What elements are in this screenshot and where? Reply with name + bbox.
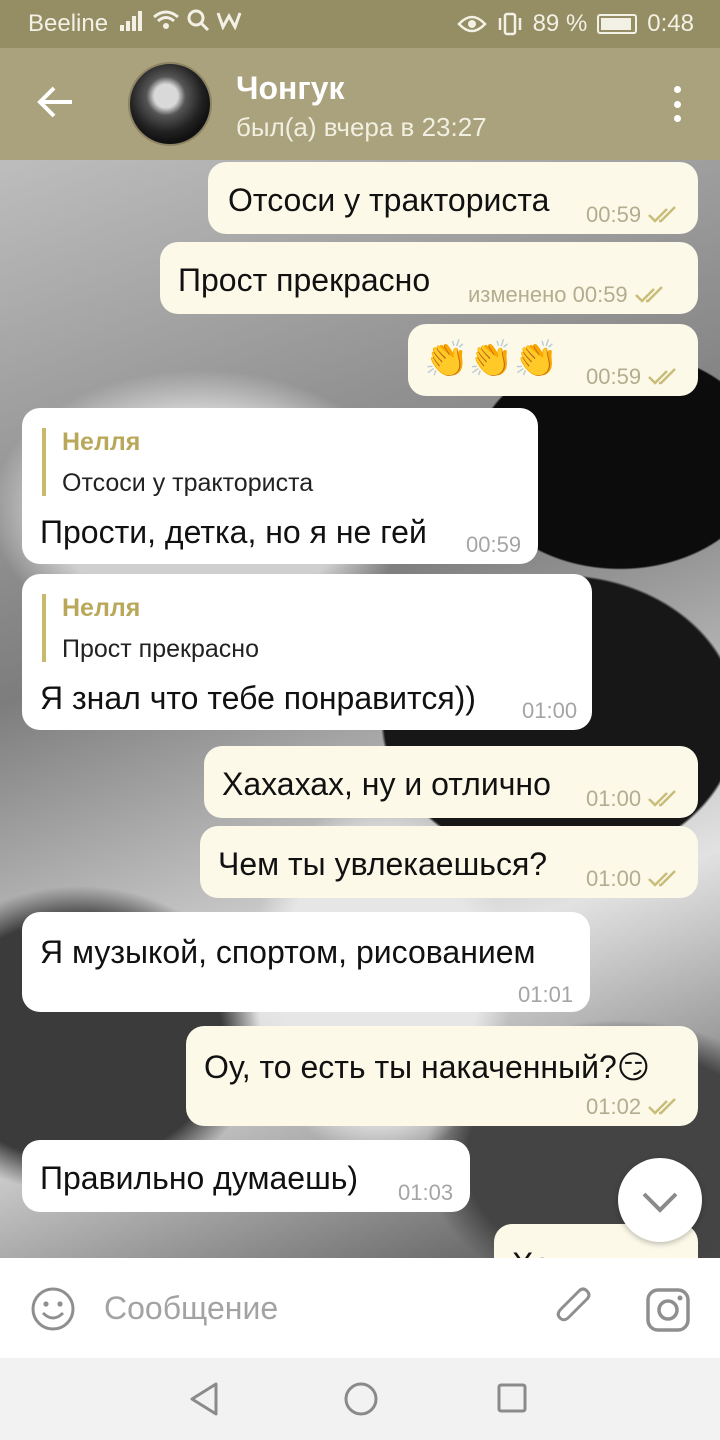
reply-text: Прост прекрасно [62, 635, 259, 663]
w-icon [216, 12, 242, 30]
battery-percent: 89 % [532, 10, 588, 37]
message-bubble[interactable]: Я музыкой, спортом, рисованием 01:01 [22, 912, 590, 1012]
message-text: Хахахах, ну и отлично [222, 766, 551, 802]
eye-icon [456, 15, 487, 33]
system-nav-bar [0, 1358, 720, 1440]
search-icon [187, 9, 210, 32]
read-checks-icon [648, 368, 676, 385]
read-checks-icon [648, 870, 676, 887]
battery-icon [597, 14, 638, 34]
message-time: 01:03 [398, 1180, 454, 1205]
message-text: Хах [512, 1246, 567, 1258]
more-vert-icon[interactable] [672, 86, 682, 122]
message-text: Я музыкой, спортом, рисованием [40, 934, 536, 970]
vibrate-icon [498, 12, 521, 36]
read-checks-icon [634, 286, 663, 303]
read-checks-icon [648, 206, 676, 223]
message-time: 01:00 [522, 698, 578, 723]
chat-messages[interactable]: Отсоси у тракториста 00:59 Прост прекрас… [0, 160, 720, 1258]
message-text: Прости, детка, но я не гей [40, 514, 427, 550]
status-icons-right: 89 % 0:48 [456, 10, 694, 38]
message-time: 01:02 [586, 1094, 642, 1119]
message-text: Правильно думаешь) [40, 1160, 359, 1196]
back-arrow-icon[interactable] [36, 82, 76, 122]
message-time: 01:01 [518, 982, 574, 1007]
message-input[interactable] [104, 1280, 524, 1336]
reply-quote[interactable]: Нелля Отсоси у тракториста [42, 428, 314, 497]
nav-home-icon[interactable] [342, 1380, 380, 1418]
message-bubble[interactable]: Прост прекрасно изменено 00:59 [160, 242, 698, 314]
message-bubble[interactable]: Хахахах, ну и отлично 01:00 [204, 746, 698, 818]
wifi-icon [153, 10, 179, 29]
read-checks-icon [648, 790, 676, 807]
chat-title[interactable]: Чонгук [236, 70, 345, 107]
status-icons-left [120, 8, 242, 32]
message-bubble[interactable]: Нелля Прост прекрасно Я знал что тебе по… [22, 574, 592, 730]
message-text: Прост прекрасно [178, 262, 431, 298]
message-text: Я знал что тебе понравится)) [40, 680, 476, 716]
message-time: 00:59 [466, 532, 522, 557]
emoji-icon[interactable] [30, 1286, 76, 1332]
message-time: 01:00 [586, 866, 642, 891]
attach-icon[interactable] [552, 1286, 598, 1332]
reply-author: Нелля [62, 594, 141, 622]
reply-quote[interactable]: Нелля Прост прекрасно [42, 594, 259, 663]
message-bubble[interactable]: Оу, то есть ты накаченный?😏 01:02 [186, 1026, 698, 1126]
message-bubble[interactable]: Правильно думаешь) 01:03 [22, 1140, 470, 1212]
camera-icon[interactable] [644, 1286, 692, 1334]
message-text: Чем ты увлекаешься? [218, 846, 548, 882]
reply-text: Отсоси у тракториста [62, 469, 314, 497]
reply-author: Нелля [62, 428, 141, 456]
nav-recent-icon[interactable] [496, 1382, 528, 1414]
message-text: Оу, то есть ты накаченный?😏 [204, 1049, 651, 1085]
nav-back-icon[interactable] [186, 1380, 224, 1418]
last-seen-status: был(а) вчера в 23:27 [236, 112, 487, 142]
status-time: 0:48 [647, 10, 694, 37]
carrier-label: Beeline [28, 10, 109, 37]
message-time: изменено 00:59 [468, 282, 628, 307]
avatar[interactable] [128, 62, 212, 146]
scroll-down-button[interactable] [618, 1158, 702, 1242]
message-bubble[interactable]: Нелля Отсоси у тракториста Прости, детка… [22, 408, 538, 564]
message-text: 👏👏👏 [424, 338, 559, 379]
read-checks-icon [648, 1098, 676, 1115]
chevron-down-icon [642, 1192, 678, 1213]
message-bubble[interactable]: Отсоси у тракториста 00:59 [208, 162, 698, 234]
message-bubble[interactable]: 👏👏👏 00:59 [408, 324, 698, 396]
message-time: 01:00 [586, 786, 642, 811]
signal-icon [120, 11, 142, 31]
message-bubble[interactable]: Чем ты увлекаешься? 01:00 [200, 826, 698, 898]
message-input-bar [0, 1258, 720, 1358]
status-bar: Beeline 89 % 0:48 [0, 0, 720, 48]
message-time: 00:59 [586, 364, 642, 389]
message-time: 00:59 [586, 202, 642, 227]
chat-header: Чонгук был(а) вчера в 23:27 [0, 48, 720, 160]
message-text: Отсоси у тракториста [228, 182, 550, 218]
